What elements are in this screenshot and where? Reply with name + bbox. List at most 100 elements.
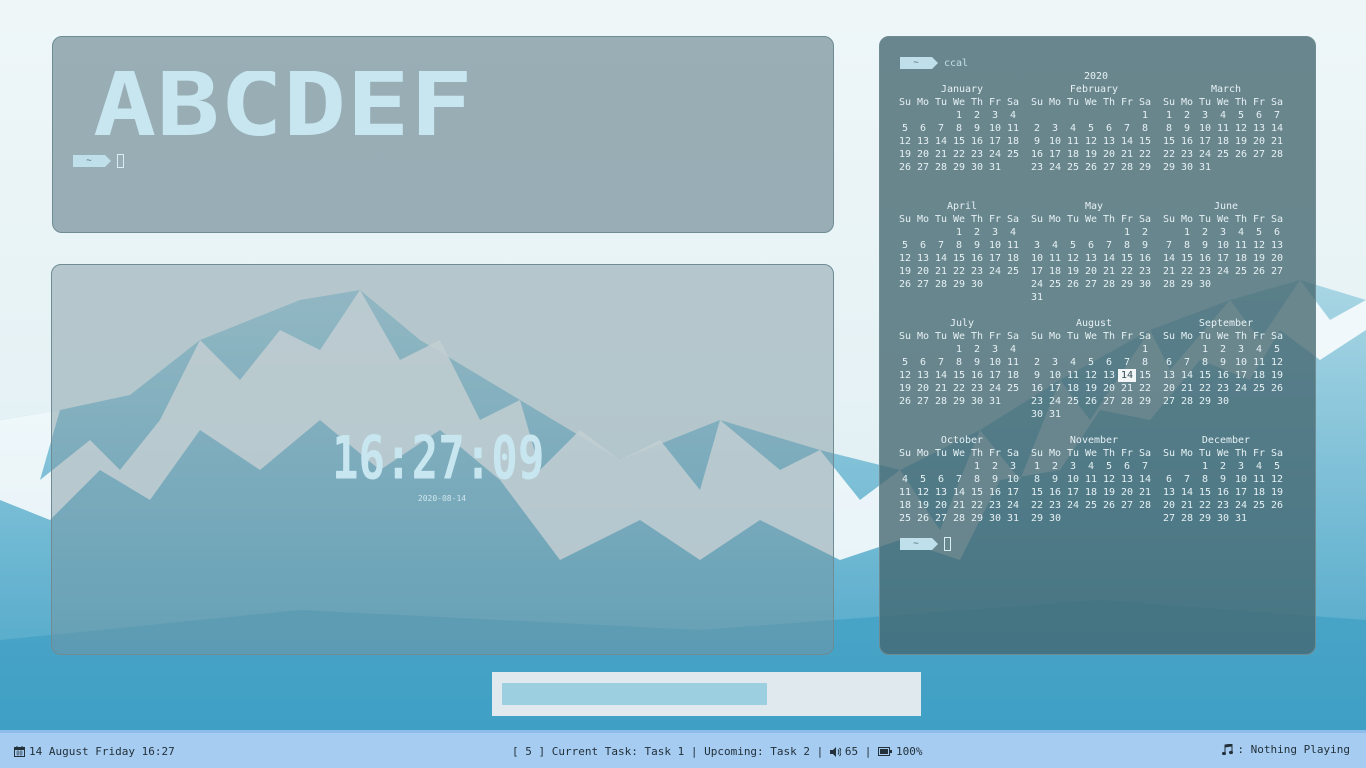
calendar-day: 10 bbox=[988, 123, 1002, 134]
calendar-day: 26 bbox=[1102, 500, 1116, 511]
calendar-weekday: Tu bbox=[934, 97, 948, 108]
calendar-day: 31 bbox=[1006, 513, 1020, 524]
calendar-day: 11 bbox=[1006, 123, 1020, 134]
calendar-day: 8 bbox=[1165, 123, 1173, 134]
calendar-day: 7 bbox=[1183, 357, 1191, 368]
calendar-day: 5 bbox=[1087, 123, 1095, 134]
calendar-month: February Su Mo Tu We Th Fr Sa 1 2 3 4 5 6 7 8 9 10 11 12 13 1… bbox=[1028, 83, 1160, 174]
calendar-day: 30 bbox=[1138, 279, 1152, 290]
calendar-weekday: Su bbox=[1030, 214, 1044, 225]
calendar-day: 28 bbox=[952, 513, 966, 524]
calendar-day: 4 bbox=[901, 474, 909, 485]
workspace-indicator[interactable]: [ 5 ] bbox=[512, 745, 545, 758]
terminal-window-calendar[interactable]: ~ ccal 2020 January Su Mo Tu We Th Fr Sa 1 2 3 4 5 6 7… bbox=[879, 36, 1316, 655]
calendar-weekday: Su bbox=[1030, 97, 1044, 108]
calendar-weekday: Su bbox=[898, 448, 912, 459]
calendar-day: 23 bbox=[1030, 162, 1044, 173]
calendar-day: 28 bbox=[1180, 513, 1194, 524]
calendar-weekday: Su bbox=[1162, 331, 1176, 342]
calendar-day: 20 bbox=[1162, 383, 1176, 394]
calendar-weekday: We bbox=[1084, 214, 1098, 225]
calendar-day: 2 bbox=[973, 110, 981, 121]
calendar-month-name: August bbox=[1075, 318, 1113, 329]
launcher-input[interactable] bbox=[502, 683, 767, 705]
calendar-day: 4 bbox=[1009, 227, 1017, 238]
calendar-day: 11 bbox=[1234, 240, 1248, 251]
calendar-day: 11 bbox=[1252, 357, 1266, 368]
calendar-day: 29 bbox=[952, 279, 966, 290]
terminal-window-banner[interactable]: ABCDEF ~ bbox=[52, 36, 834, 233]
clock-date: 2020-08-14 bbox=[417, 494, 467, 503]
calendar-weekday: We bbox=[1084, 448, 1098, 459]
calendar-weekday: Su bbox=[898, 331, 912, 342]
text-cursor[interactable] bbox=[117, 154, 124, 168]
volume-level[interactable]: 65 bbox=[845, 745, 858, 758]
calendar-day: 31 bbox=[988, 162, 1002, 173]
calendar-day: 25 bbox=[1252, 383, 1266, 394]
calendar-day: 4 bbox=[1087, 461, 1095, 472]
calendar-weekday: Fr bbox=[1120, 214, 1134, 225]
prompt-directory: ~ bbox=[900, 57, 938, 69]
calendar-blank bbox=[1118, 109, 1136, 122]
calendar-day: 27 bbox=[1102, 162, 1116, 173]
calendar-day: 8 bbox=[955, 240, 963, 251]
calendar-day: 11 bbox=[1006, 357, 1020, 368]
calendar-day: 24 bbox=[1234, 500, 1248, 511]
calendar-month: December Su Mo Tu We Th Fr Sa 1 2 3 4 5 6 7 8 9 10 11 12 13 1… bbox=[1160, 434, 1292, 525]
calendar-day: 22 bbox=[1180, 266, 1194, 277]
calendar-day: 28 bbox=[934, 279, 948, 290]
calendar-day: 20 bbox=[1102, 383, 1116, 394]
calendar-blank bbox=[1082, 109, 1100, 122]
calendar-day: 2 bbox=[1201, 227, 1209, 238]
calendar-day: 12 bbox=[1084, 370, 1098, 381]
calendar-blank bbox=[1064, 109, 1082, 122]
svg-text:16:27:09: 16:27:09 bbox=[332, 427, 544, 487]
music-note-icon bbox=[1222, 743, 1234, 755]
calendar-day: 25 bbox=[1234, 266, 1248, 277]
now-playing[interactable]: : Nothing Playing bbox=[1237, 743, 1350, 756]
calendar-day: 13 bbox=[1162, 370, 1176, 381]
calendar-day: 8 bbox=[1201, 474, 1209, 485]
calendar-day: 18 bbox=[1006, 253, 1020, 264]
calendar-day: 19 bbox=[1270, 370, 1284, 381]
calendar-day: 18 bbox=[1252, 487, 1266, 498]
calendar-day: 12 bbox=[898, 370, 912, 381]
calendar-day: 27 bbox=[1252, 149, 1266, 160]
calendar-blank bbox=[1160, 460, 1178, 473]
upcoming-task: Upcoming: Task 2 bbox=[704, 745, 811, 758]
calendar-day: 4 bbox=[1009, 344, 1017, 355]
text-cursor[interactable] bbox=[944, 537, 951, 551]
calendar-day: 26 bbox=[1270, 500, 1284, 511]
calendar-day: 30 bbox=[1198, 279, 1212, 290]
calendar-day: 31 bbox=[988, 396, 1002, 407]
calendar-day: 18 bbox=[1252, 370, 1266, 381]
calendar-day: 5 bbox=[1273, 461, 1281, 472]
calendar-day: 26 bbox=[898, 162, 912, 173]
calendar-day: 10 bbox=[1198, 123, 1212, 134]
calendar-day: 20 bbox=[1120, 487, 1134, 498]
calendar-weekday: Sa bbox=[1006, 214, 1020, 225]
terminal-window-clock[interactable]: 16:27:09 2020-08-14 bbox=[51, 264, 834, 655]
calendar-weekday: Fr bbox=[1120, 448, 1134, 459]
calendar-day: 7 bbox=[937, 357, 945, 368]
calendar-blank bbox=[932, 226, 950, 239]
calendar-day: 28 bbox=[1120, 396, 1134, 407]
calendar-day: 9 bbox=[1033, 136, 1041, 147]
calendar-day: 5 bbox=[1069, 240, 1077, 251]
calendar-day: 22 bbox=[1162, 149, 1176, 160]
calendar-day: 24 bbox=[988, 383, 1002, 394]
calendar-day: 26 bbox=[916, 513, 930, 524]
calendar-day: 14 bbox=[1162, 253, 1176, 264]
calendar-day: 11 bbox=[1048, 253, 1062, 264]
calendar-day: 6 bbox=[919, 240, 927, 251]
calendar-month-name: November bbox=[1069, 435, 1119, 446]
calendar-day: 4 bbox=[1237, 227, 1245, 238]
calendar-day: 8 bbox=[1141, 357, 1149, 368]
calendar-day: 14 bbox=[1270, 123, 1284, 134]
calendar-weekday: We bbox=[952, 214, 966, 225]
calendar-day: 29 bbox=[1198, 396, 1212, 407]
calendar-day: 1 bbox=[1165, 110, 1173, 121]
volume-icon[interactable] bbox=[829, 746, 841, 757]
calendar-day: 9 bbox=[1201, 240, 1209, 251]
shell-prompt: ~ bbox=[73, 154, 124, 168]
